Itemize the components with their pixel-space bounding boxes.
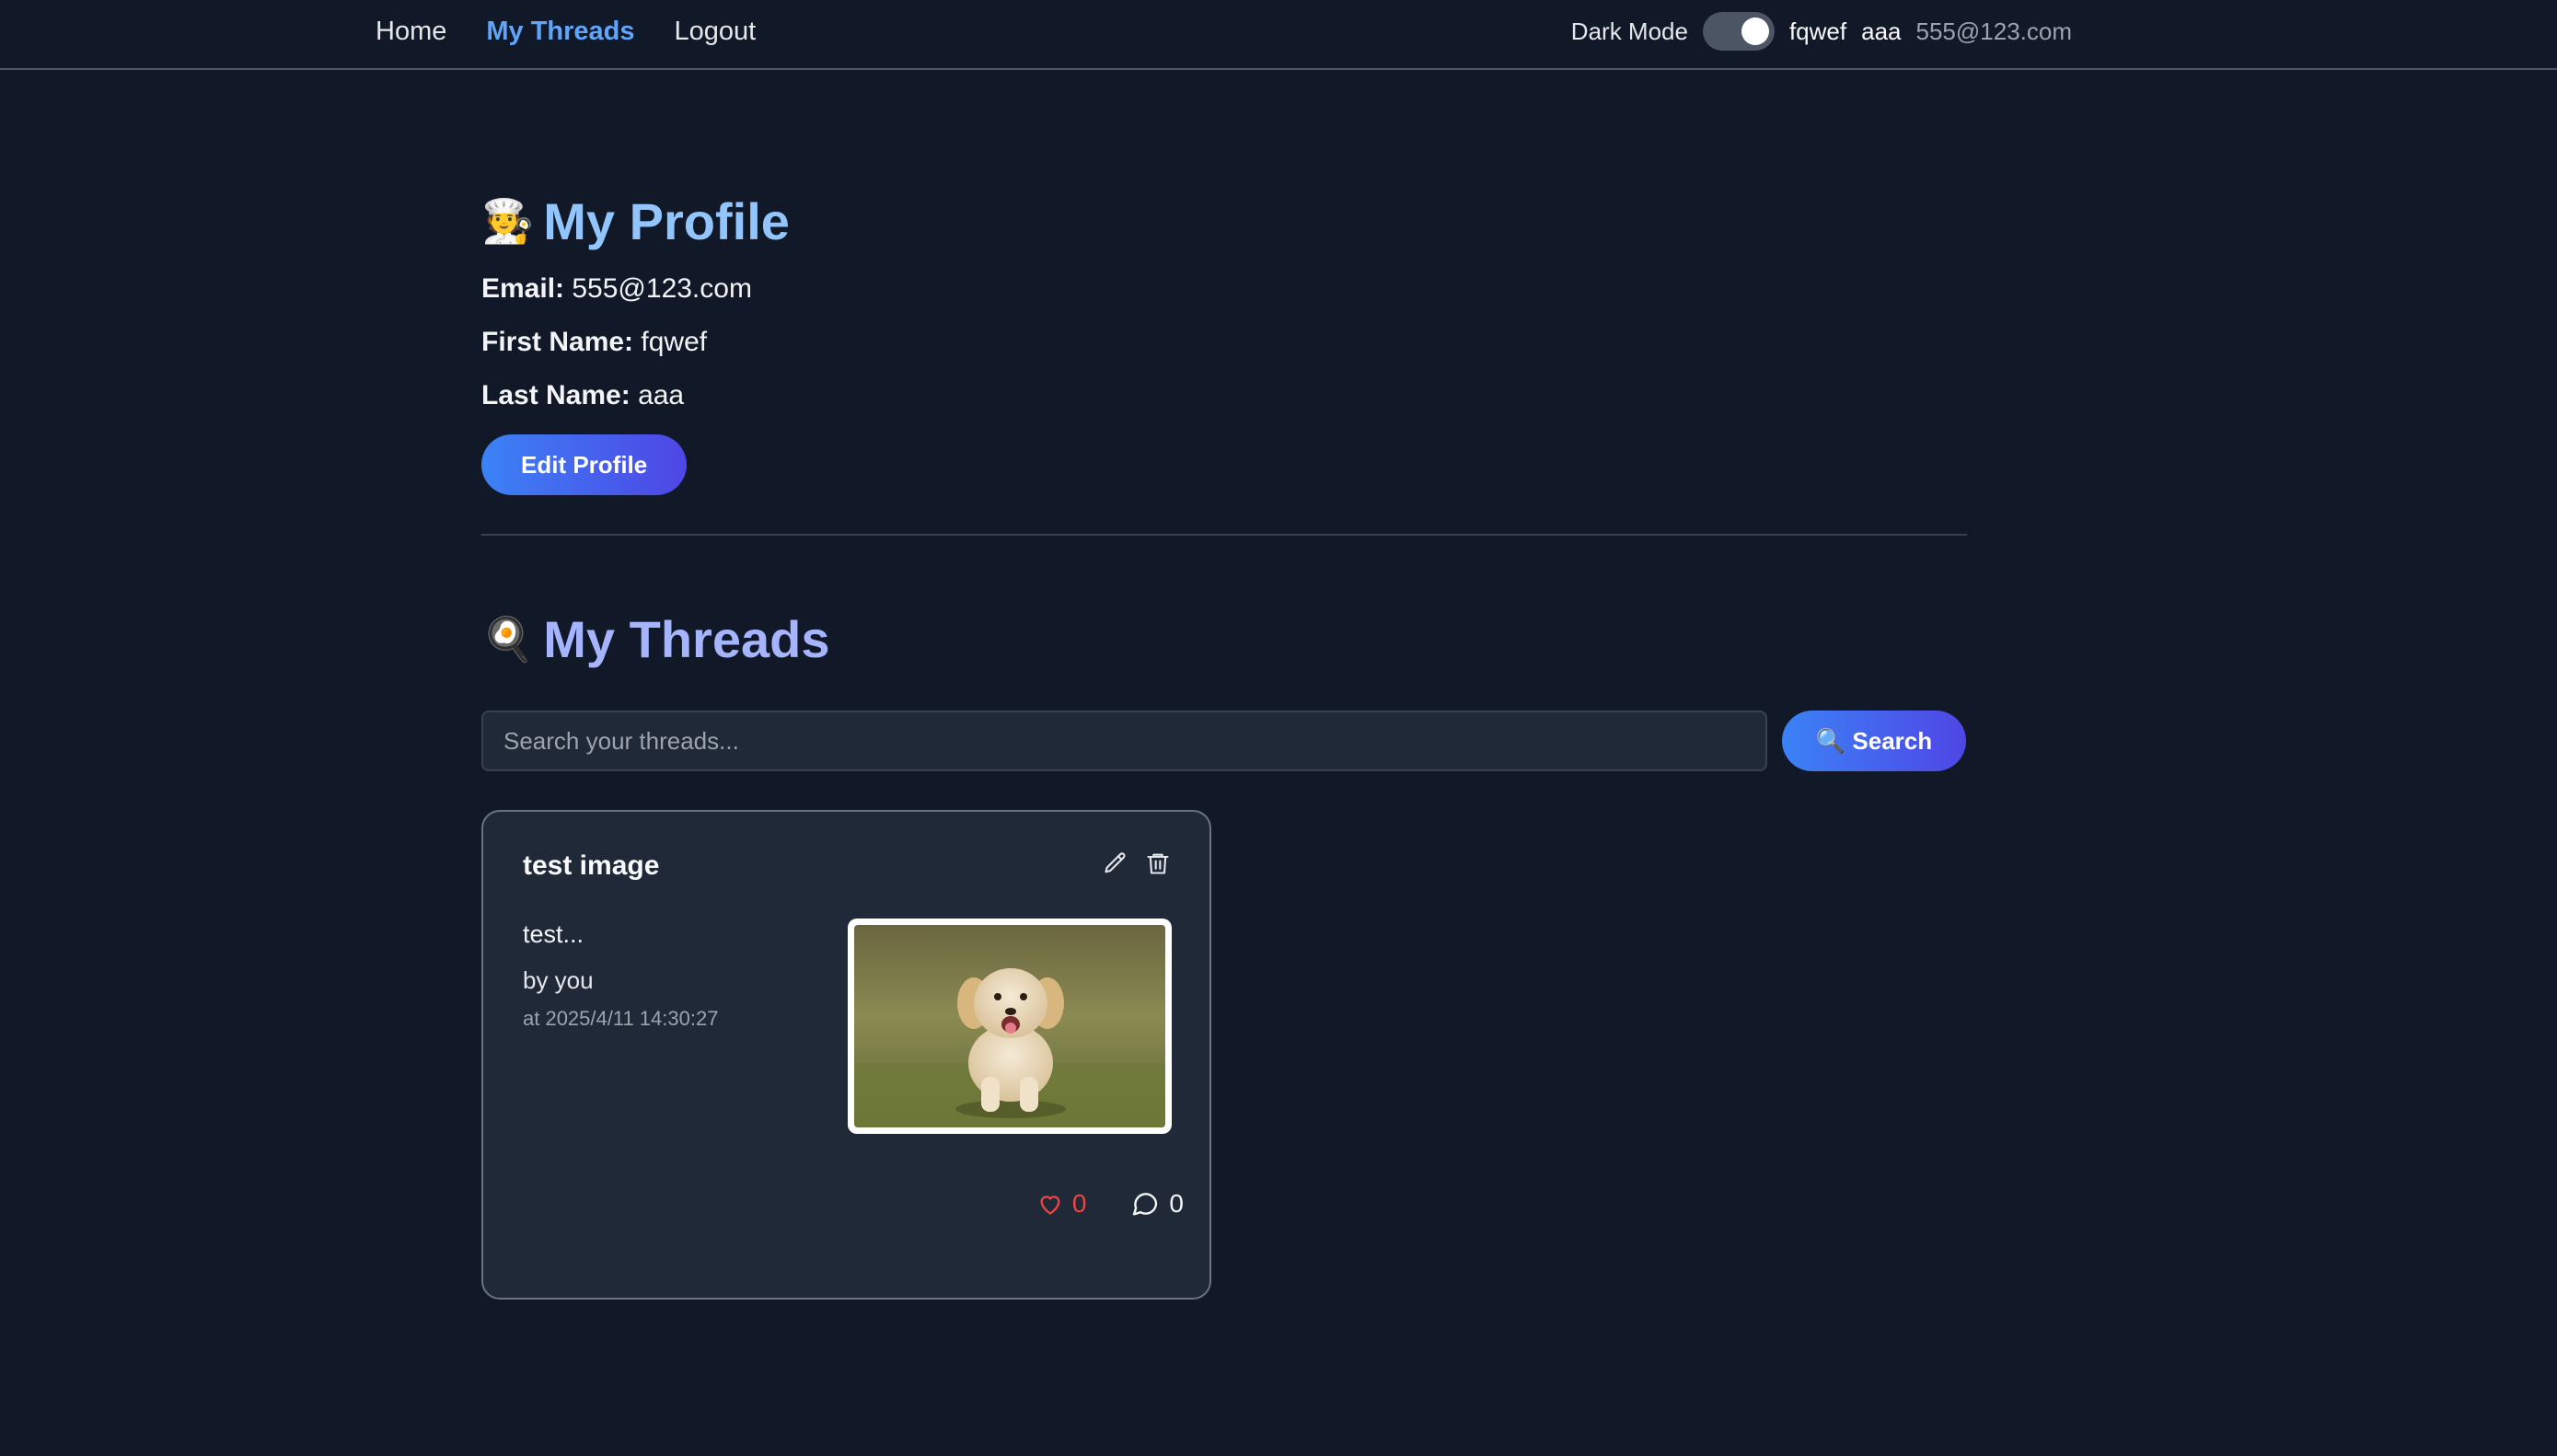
email-value: 555@123.com — [572, 273, 752, 304]
chef-emoji-icon: 🧑‍🍳 — [481, 196, 535, 245]
edit-profile-button[interactable]: Edit Profile — [481, 434, 688, 495]
dark-mode-toggle[interactable] — [1702, 12, 1775, 51]
thread-search-input[interactable] — [481, 711, 1767, 771]
profile-last-name-row: Last Name: aaa — [481, 374, 1967, 418]
thread-author: by you — [523, 966, 594, 994]
thread-snippet: test... — [523, 920, 584, 948]
nav-user-area: Dark Mode fqwef aaa 555@123.com — [1571, 0, 2072, 63]
last-name-label: Last Name: — [481, 380, 631, 410]
main-content: 🧑‍🍳 My Profile Email: 555@123.com First … — [481, 184, 1967, 1300]
profile-email-row: Email: 555@123.com — [481, 267, 1967, 311]
profile-heading: 🧑‍🍳 My Profile — [481, 184, 1967, 258]
nav-first-name: fqwef — [1788, 17, 1847, 45]
email-label: Email: — [481, 273, 565, 304]
delete-trash-icon[interactable] — [1145, 850, 1171, 876]
thread-card[interactable]: test image test... by you at 2025/4/11 1… — [481, 810, 1211, 1300]
first-name-label: First Name: — [481, 327, 634, 357]
threads-section: 🍳 My Threads 🔍 Search test image — [481, 602, 1967, 1300]
thread-title: test image — [523, 850, 660, 881]
nav-home-link[interactable]: Home — [376, 17, 446, 47]
thread-actions — [1103, 850, 1171, 876]
comment-button[interactable]: 0 — [1130, 1189, 1184, 1219]
thread-search-bar: 🔍 Search — [481, 711, 1967, 771]
thread-stats: 0 0 — [1037, 1189, 1184, 1219]
top-navbar: Home My Threads Logout Dark Mode fqwef a… — [0, 0, 2557, 70]
toggle-knob — [1741, 17, 1769, 45]
heart-icon — [1040, 1196, 1060, 1215]
threads-title: My Threads — [543, 609, 830, 668]
like-count: 0 — [1071, 1189, 1087, 1218]
nav-email: 555@123.com — [1915, 17, 2073, 45]
nav-links: Home My Threads Logout — [376, 0, 756, 63]
section-divider — [481, 534, 1967, 536]
comment-bubble-icon — [1133, 1193, 1158, 1216]
thread-timestamp: at 2025/4/11 14:30:27 — [523, 1007, 719, 1030]
profile-first-name-row: First Name: fqwef — [481, 320, 1967, 364]
like-button[interactable]: 0 — [1037, 1189, 1087, 1219]
threads-heading: 🍳 My Threads — [481, 602, 1967, 676]
nav-last-name: aaa — [1861, 17, 1902, 45]
nav-logout-link[interactable]: Logout — [675, 17, 757, 47]
thread-image-puppy[interactable] — [848, 919, 1172, 1134]
first-name-value: fqwef — [641, 327, 708, 357]
search-button[interactable]: 🔍 Search — [1782, 711, 1966, 771]
comment-count: 0 — [1169, 1189, 1184, 1218]
edit-pencil-icon[interactable] — [1103, 850, 1128, 876]
dark-mode-label: Dark Mode — [1570, 17, 1688, 45]
last-name-value: aaa — [638, 380, 685, 410]
nav-my-threads-link[interactable]: My Threads — [486, 17, 634, 47]
frying-pan-emoji-icon: 🍳 — [481, 614, 535, 663]
profile-title: My Profile — [543, 191, 790, 250]
